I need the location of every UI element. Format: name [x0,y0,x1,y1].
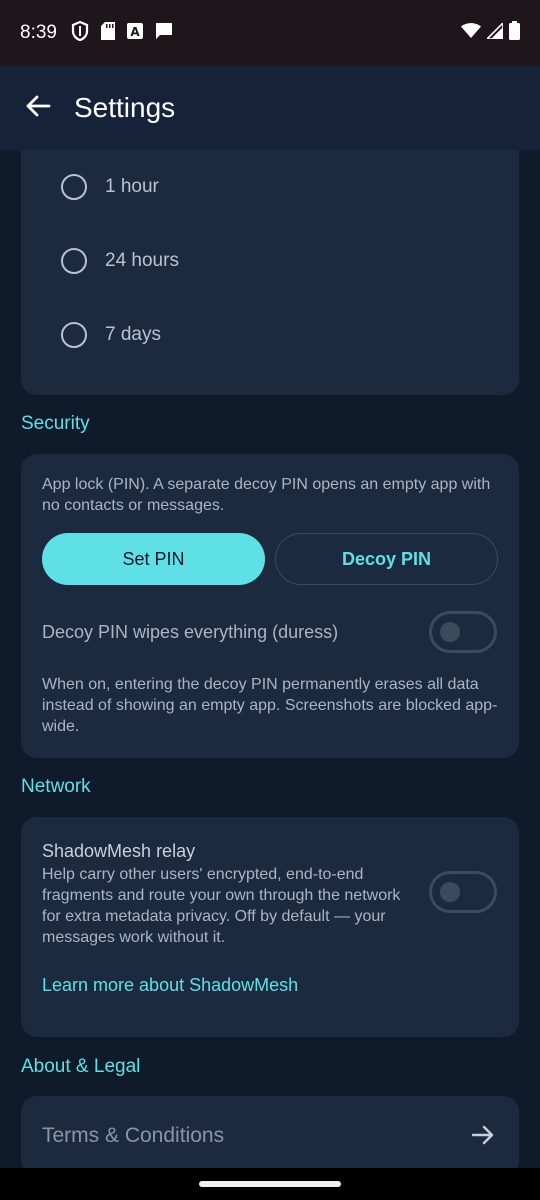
radio-option-7-days[interactable]: 7 days [61,322,161,348]
settings-content[interactable]: 1 hour 24 hours 7 days Security App lock… [0,150,540,1168]
status-icons-right [461,20,520,45]
toggle-knob [440,622,460,642]
relay-toggle[interactable] [429,871,497,913]
section-header-security: Security [21,413,90,434]
duress-label: Decoy PIN wipes everything (duress) [42,622,339,642]
a-badge-icon: A [126,22,143,44]
radio-option-24-hours[interactable]: 24 hours [61,248,179,274]
wifi-icon [461,22,481,44]
page-title: Settings [74,92,176,123]
radio-option-1-hour[interactable]: 1 hour [61,174,159,200]
radio-button-icon[interactable] [61,322,87,348]
relay-title: ShadowMesh relay [42,841,196,861]
section-header-network: Network [21,776,91,797]
radio-label: 7 days [105,324,161,345]
top-app-bar: Settings [0,66,540,150]
section-header-about: About & Legal [21,1056,141,1077]
security-card: App lock (PIN). A separate decoy PIN ope… [21,454,519,758]
status-time: 8:39 [20,22,57,43]
status-bar: 8:39 A [0,0,540,66]
shield-icon [71,20,89,46]
network-card: ShadowMesh relay Help carry other users'… [21,817,519,1037]
retention-card: 1 hour 24 hours 7 days [21,150,519,395]
svg-text:A: A [130,25,140,39]
radio-button-icon[interactable] [61,248,87,274]
decoy-pin-button[interactable]: Decoy PIN [275,533,498,585]
status-icons-left: A [71,20,173,46]
arrow-back-icon [25,95,51,122]
navigation-bar [0,1168,540,1200]
home-handle[interactable] [199,1181,341,1187]
sd-card-icon [100,21,115,45]
toggle-knob [440,882,460,902]
arrow-forward-icon [471,1124,495,1151]
set-pin-button[interactable]: Set PIN [42,533,265,585]
back-button[interactable] [22,92,54,124]
battery-icon [509,21,520,45]
message-icon [155,22,173,45]
radio-label: 1 hour [105,176,159,197]
radio-label: 24 hours [105,250,179,271]
radio-button-icon[interactable] [61,174,87,200]
relay-description: Help carry other users' encrypted, end-t… [42,866,401,946]
learn-more-link[interactable]: Learn more about ShadowMesh [42,975,298,996]
duress-toggle[interactable] [429,611,497,653]
duress-note: When on, entering the decoy PIN permanen… [42,676,498,735]
terms-label: Terms & Conditions [42,1124,225,1147]
signal-icon [485,20,504,44]
terms-row[interactable]: Terms & Conditions [21,1096,519,1168]
security-description: App lock (PIN). A separate decoy PIN ope… [42,476,491,514]
